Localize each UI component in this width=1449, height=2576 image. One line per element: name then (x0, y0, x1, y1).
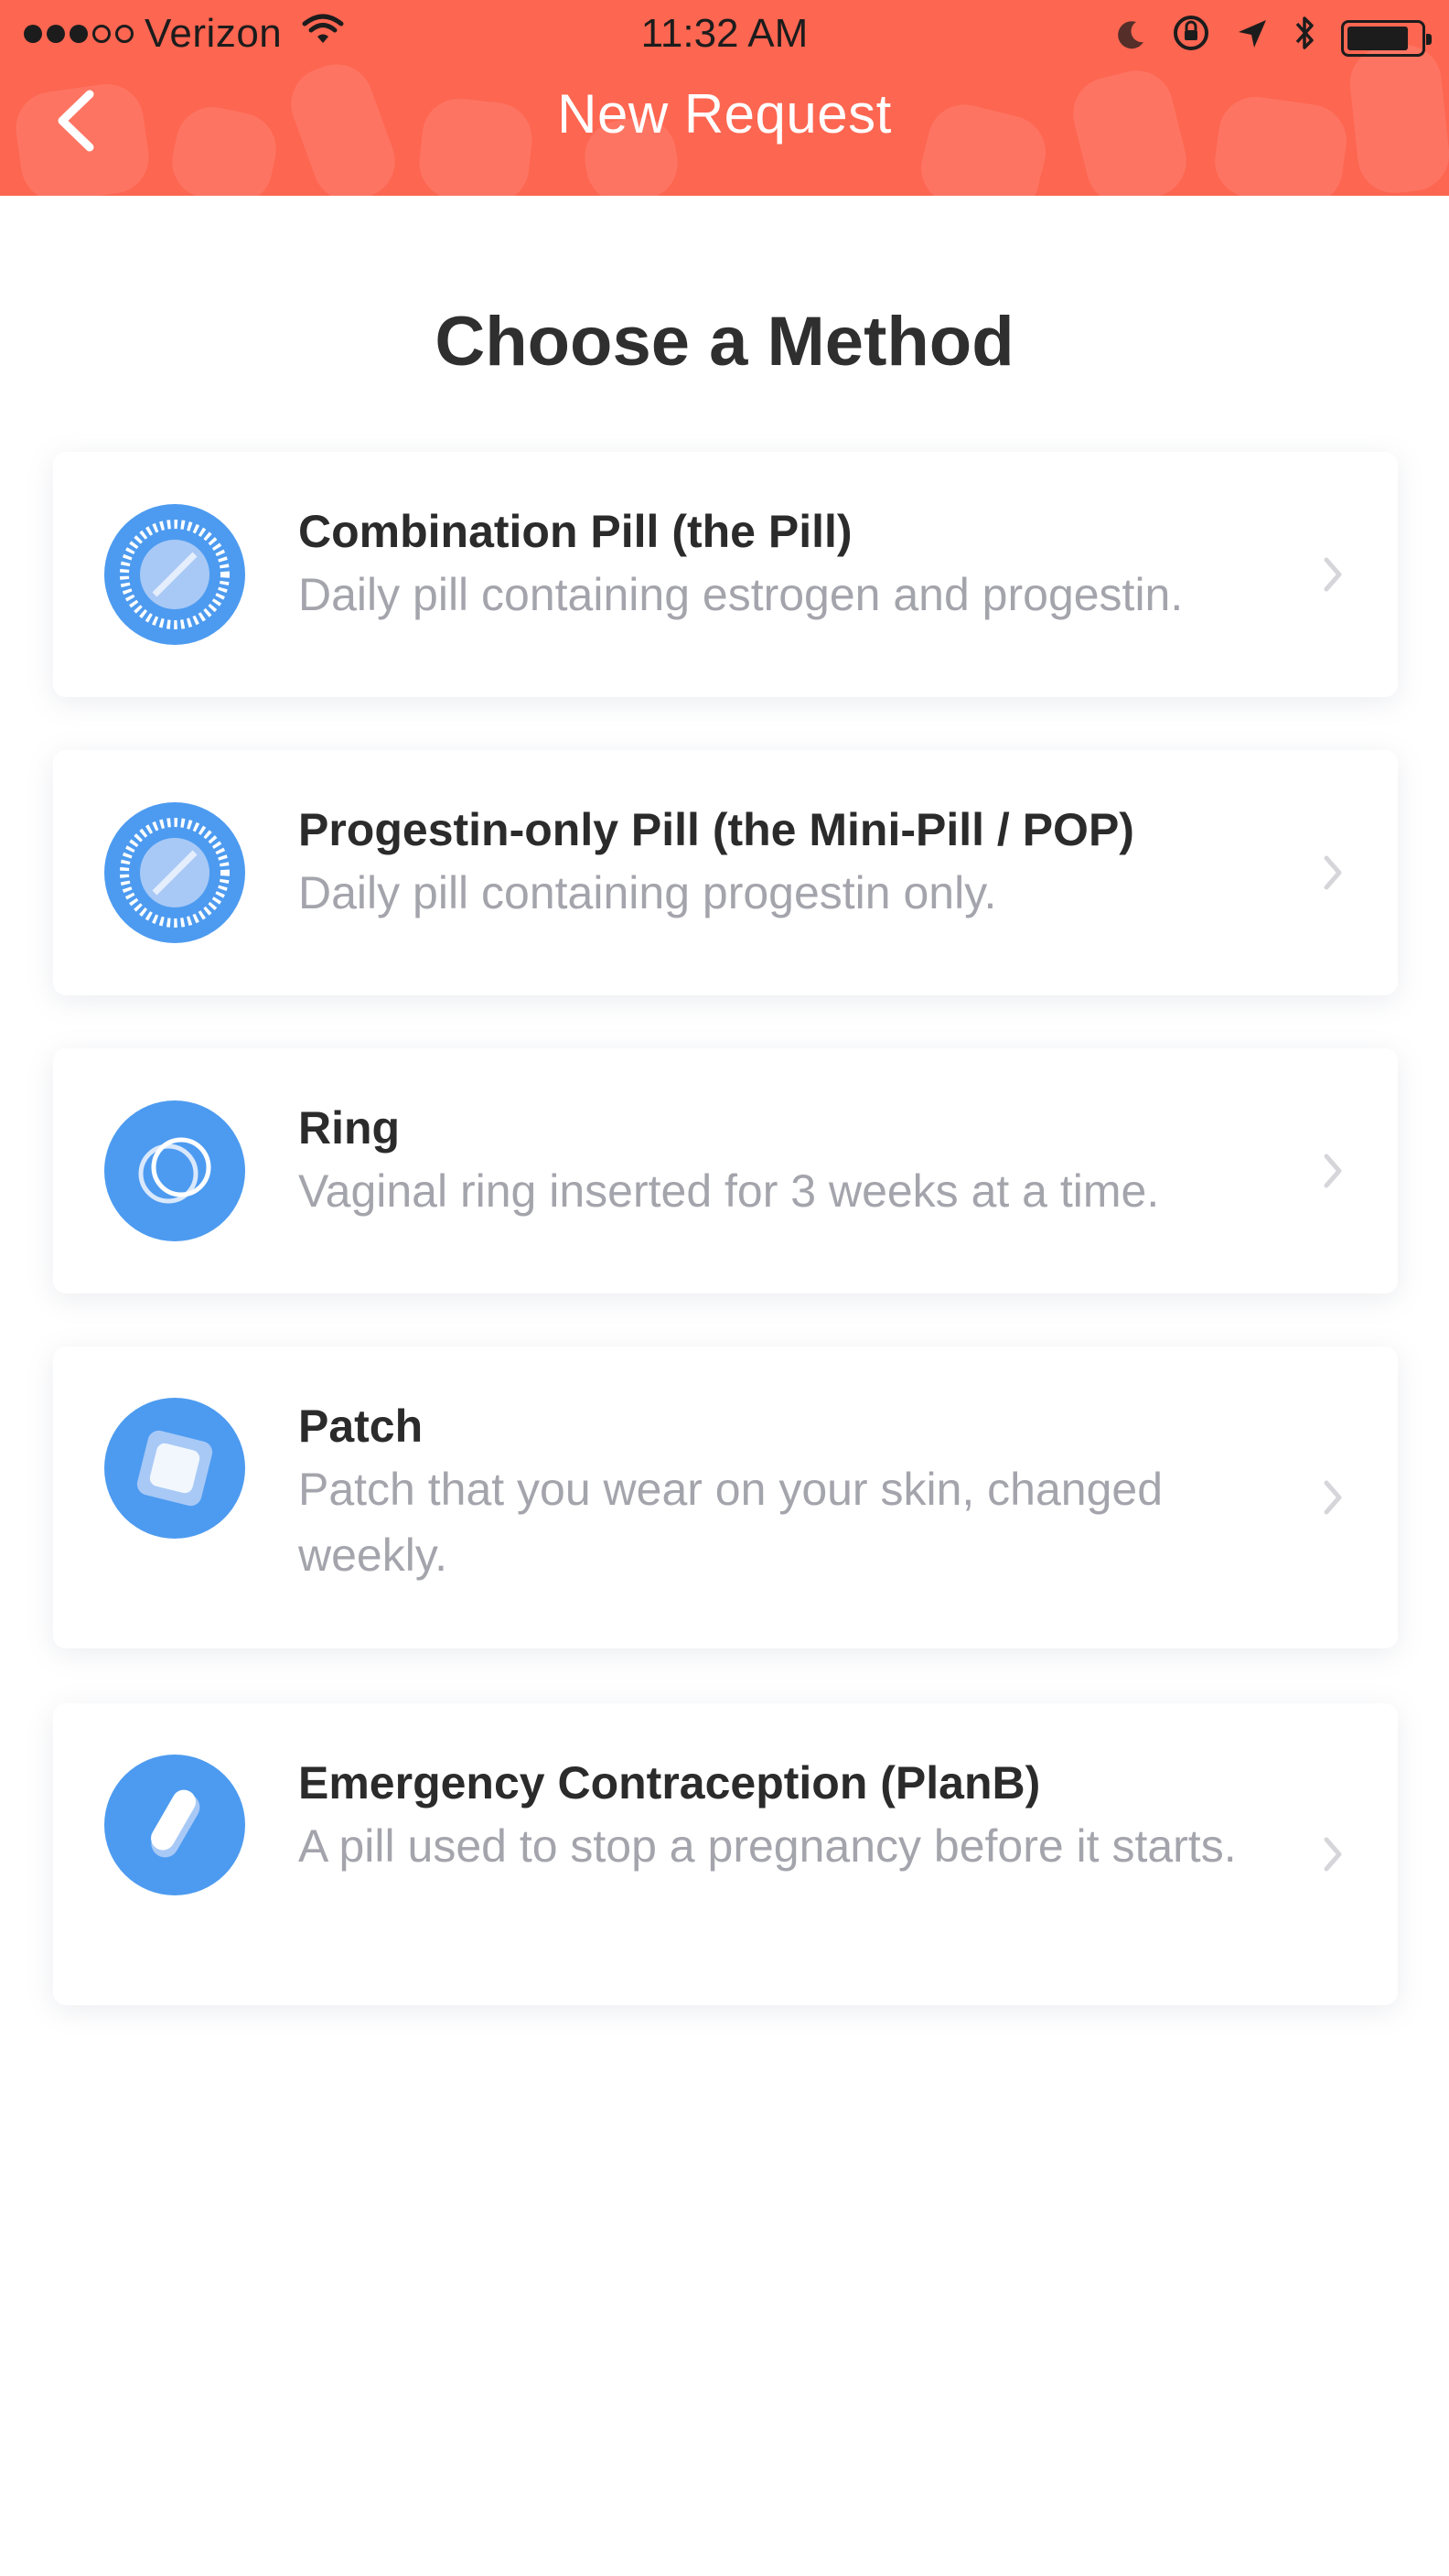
chevron-right-icon (1324, 1837, 1342, 1872)
bluetooth-icon (1293, 13, 1317, 63)
method-card-emergency-contraception[interactable]: Emergency Contraception (PlanB) A pill u… (53, 1703, 1398, 2005)
method-title: Combination Pill (the Pill) (298, 506, 853, 557)
pill-pack-icon (104, 802, 245, 943)
method-description: Patch that you wear on your skin, change… (298, 1464, 1164, 1581)
capsule-icon (104, 1755, 245, 1895)
moon-icon (1114, 16, 1147, 61)
method-description: Daily pill containing progestin only. (298, 867, 997, 918)
method-card-patch[interactable]: Patch Patch that you wear on your skin, … (53, 1347, 1398, 1648)
method-card-combination-pill[interactable]: Combination Pill (the Pill) Daily pill c… (53, 452, 1398, 697)
pill-pack-icon (104, 504, 245, 645)
method-title: Patch (298, 1401, 424, 1452)
chevron-right-icon (1324, 1154, 1342, 1188)
battery-icon (1341, 19, 1432, 57)
nav-title: New Request (557, 83, 892, 145)
method-card-ring[interactable]: Ring Vaginal ring inserted for 3 weeks a… (53, 1048, 1398, 1293)
method-title: Ring (298, 1102, 401, 1154)
location-arrow-icon (1235, 16, 1270, 61)
rotation-lock-icon (1171, 13, 1211, 63)
method-description: A pill used to stop a pregnancy before i… (298, 1820, 1237, 1872)
method-description: Vaginal ring inserted for 3 weeks at a t… (298, 1165, 1160, 1217)
method-description: Daily pill containing estrogen and proge… (298, 569, 1184, 620)
chevron-right-icon (1324, 1480, 1342, 1515)
page-title: Choose a Method (435, 303, 1014, 381)
battery-tip (1426, 33, 1432, 45)
method-card-progestin-only-pill[interactable]: Progestin-only Pill (the Mini-Pill / POP… (53, 750, 1398, 995)
status-bar: Verizon 11:32 AM (0, 0, 1449, 73)
patch-icon (104, 1398, 245, 1539)
app-header: Verizon 11:32 AM New Request (0, 0, 1449, 196)
method-title: Progestin-only Pill (the Mini-Pill / POP… (298, 804, 1134, 855)
battery-level (1347, 26, 1408, 50)
method-title: Emergency Contraception (PlanB) (298, 1757, 1041, 1809)
chevron-right-icon (1324, 855, 1342, 890)
chevron-right-icon (1324, 557, 1342, 592)
ring-icon (104, 1100, 245, 1241)
status-right (1114, 13, 1432, 63)
